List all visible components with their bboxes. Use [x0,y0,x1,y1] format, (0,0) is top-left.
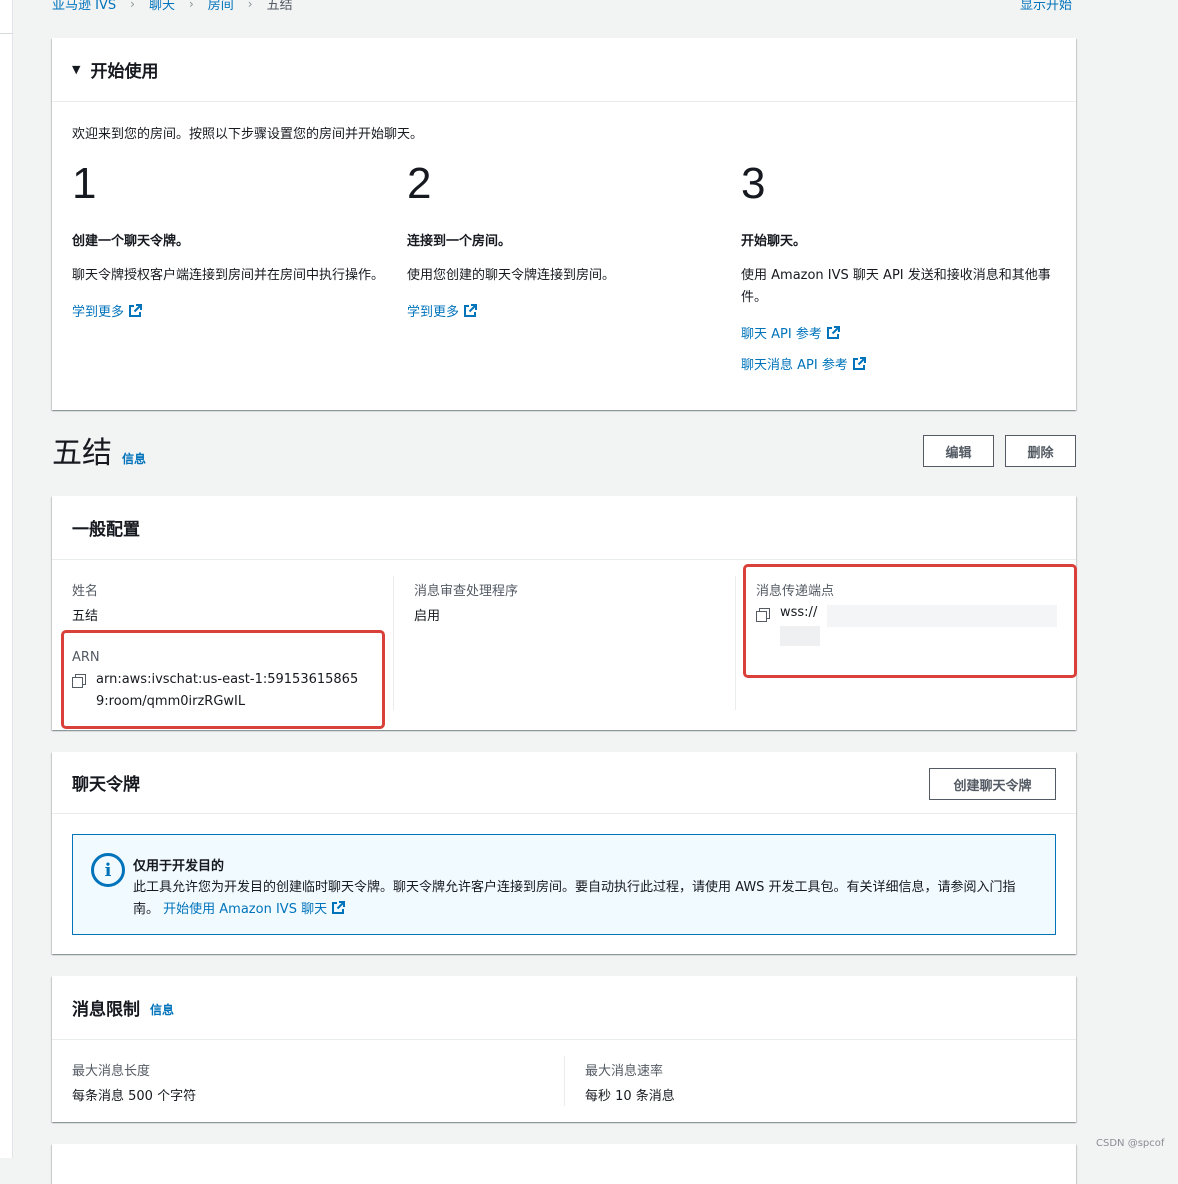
step-2: 2 连接到一个房间。 使用您创建的聊天令牌连接到房间。 学到更多 [407,158,725,320]
external-link-icon [129,303,143,317]
breadcrumb-current: 五结 [266,0,293,13]
step-desc: 使用您创建的聊天令牌连接到房间。 [407,268,616,283]
step-number: 1 [72,159,97,208]
limits-info-link[interactable]: 信息 [150,1001,174,1018]
create-chat-token-button[interactable]: 创建聊天令牌 [929,768,1056,800]
chevron-right-icon: › [247,0,253,11]
message-limits-header: 消息限制 信息 [52,976,1076,1040]
breadcrumb-ivs[interactable]: 亚马逊 IVS [52,0,116,13]
external-link-icon [464,303,478,317]
external-link-icon [826,325,840,339]
chat-message-api-reference-link[interactable]: 聊天消息 API 参考 [741,354,1059,373]
external-link-icon [332,901,346,914]
max-length-value: 每条消息 500 个字符 [72,1089,197,1104]
step-title: 创建一个聊天令牌。 [72,234,190,249]
chat-api-reference-link[interactable]: 聊天 API 参考 [741,323,1059,342]
max-length-label: 最大消息长度 [72,1064,151,1079]
show-getting-started-link[interactable]: 显示开始 [1020,0,1072,13]
chat-token-header: 聊天令牌 [52,752,1076,814]
highlight-box-arn [61,630,385,729]
step-number: 2 [407,159,432,208]
watermark: CSDN @spcof [1096,1138,1165,1149]
edit-button[interactable]: 编辑 [923,435,994,467]
max-rate-value: 每秒 10 条消息 [585,1089,675,1104]
step-title: 开始聊天。 [741,234,807,249]
breadcrumb: 亚马逊 IVS › 聊天 › 房间 › 五结 [52,0,293,13]
message-limits-title: 消息限制 [72,1000,140,1020]
nav-tick [0,33,12,34]
getting-started-intro: 欢迎来到您的房间。按照以下步骤设置您的房间并开始聊天。 [72,127,424,142]
step-title: 连接到一个房间。 [407,234,512,249]
step-3: 3 开始聊天。 使用 Amazon IVS 聊天 API 发送和接收消息和其他事… [741,158,1059,373]
learn-more-link[interactable]: 学到更多 [407,301,725,320]
handler-value: 启用 [414,609,441,624]
column-divider [564,1056,565,1106]
general-config-header: 一般配置 [52,496,1076,560]
step-desc: 聊天令牌授权客户端连接到房间并在房间中执行操作。 [72,268,385,283]
link-text: 学到更多 [72,305,125,320]
getting-started-title: 开始使用 [90,62,159,82]
general-config-title: 一般配置 [72,520,140,540]
delete-button[interactable]: 删除 [1005,435,1076,467]
breadcrumb-rooms[interactable]: 房间 [208,0,234,13]
step-desc: 使用 Amazon IVS 聊天 API 发送和接收消息和其他事件。 [741,268,1051,305]
chat-token-title: 聊天令牌 [72,775,140,795]
dev-only-alert: i 仅用于开发目的 此工具允许您为开发目的创建临时聊天令牌。聊天令牌允许客户连接… [72,834,1056,935]
message-limits-panel: 消息限制 信息 最大消息长度 每条消息 500 个字符 最大消息速率 每秒 10… [52,976,1076,1122]
external-link-icon [852,356,866,370]
column-divider [735,576,736,710]
left-nav-strip [0,0,13,1158]
info-icon: i [91,853,125,887]
getting-started-ivs-link[interactable]: 开始使用 Amazon IVS 聊天 [163,901,346,917]
alert-title: 仅用于开发目的 [133,859,225,874]
chat-token-panel: 聊天令牌 创建聊天令牌 i 仅用于开发目的 此工具允许您为开发目的创建临时聊天令… [52,752,1076,954]
name-label: 姓名 [72,584,99,599]
link-text: 学到更多 [407,305,460,320]
step-number: 3 [741,159,766,208]
link-text: 开始使用 Amazon IVS 聊天 [163,902,328,917]
getting-started-panel: ▼ 开始使用 欢迎来到您的房间。按照以下步骤设置您的房间并开始聊天。 1 创建一… [52,38,1076,410]
limits-col-1: 最大消息长度 每条消息 500 个字符 [72,1040,552,1122]
alert-body: 此工具允许您为开发目的创建临时聊天令牌。聊天令牌允许客户连接到房间。要自动执行此… [133,877,1033,921]
chevron-right-icon: › [188,0,194,11]
step-1: 1 创建一个聊天令牌。 聊天令牌授权客户端连接到房间并在房间中执行操作。 学到更… [72,158,390,320]
max-rate-label: 最大消息速率 [585,1064,664,1079]
limits-col-2: 最大消息速率 每秒 10 条消息 [585,1040,1055,1122]
room-title: 五结 [52,436,112,471]
highlight-box-endpoint [743,564,1077,678]
breadcrumb-chat[interactable]: 聊天 [149,0,175,13]
handler-label: 消息审查处理程序 [414,584,519,599]
link-text: 聊天 API 参考 [741,327,822,342]
getting-started-header[interactable]: ▼ 开始使用 [52,38,1076,102]
link-text: 聊天消息 API 参考 [741,358,848,373]
column-divider [393,576,394,710]
name-value: 五结 [72,609,99,624]
caret-down-icon[interactable]: ▼ [72,63,80,76]
next-panel [52,1144,1076,1184]
learn-more-link[interactable]: 学到更多 [72,301,390,320]
chevron-right-icon: › [130,0,135,11]
config-col-2: 消息审查处理程序 启用 [414,560,714,730]
room-header: 五结 信息 [52,428,146,472]
room-info-link[interactable]: 信息 [122,450,146,467]
